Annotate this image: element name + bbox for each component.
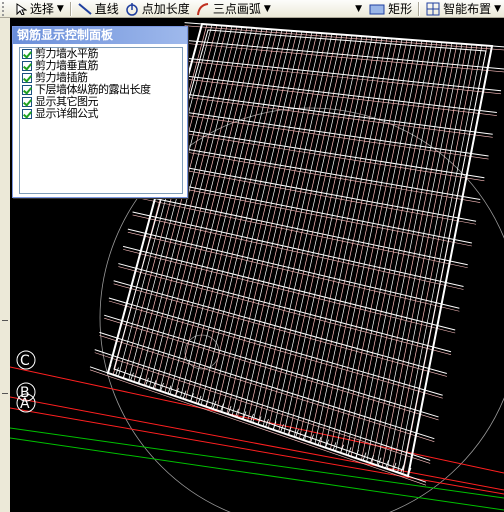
point-length-button[interactable]: 点加长度 (122, 1, 193, 17)
arc-icon (196, 2, 208, 15)
horizontal-bar (108, 297, 443, 396)
horizontal-bar (113, 283, 447, 377)
checkbox[interactable] (22, 85, 32, 95)
horizontal-bar (123, 249, 456, 334)
line-label: 直线 (94, 2, 119, 16)
horizontal-bar (89, 369, 427, 486)
rectangle-label: 矩形 (388, 2, 413, 16)
checkbox[interactable] (22, 97, 32, 107)
horizontal-bar (170, 77, 497, 116)
toolbar-separator (69, 1, 72, 16)
option-show-detailed-formula[interactable]: 显示详细公式 (20, 108, 182, 120)
axis-bubble-c[interactable]: C (16, 350, 36, 370)
dowel-bar (182, 390, 187, 399)
rebar-display-control-panel: 钢筋显示控制面板 剪力墙水平筋 剪力墙垂直筋 剪力墙插筋 下层墙体纵筋的露出长度… (12, 26, 188, 198)
rectangle-button[interactable]: 矩形 (366, 1, 415, 17)
axis-lines (10, 366, 504, 511)
dowel-bar (212, 400, 217, 410)
point-length-label: 点加长度 (141, 2, 190, 16)
dowel-bar (122, 370, 127, 379)
dowel-bar (205, 398, 209, 407)
horizontal-bar (118, 266, 452, 356)
smart-layout-button[interactable]: 智能布置 ▼ (423, 1, 504, 17)
horizontal-bar (104, 314, 439, 418)
line-icon (78, 2, 92, 15)
ruler-tick (2, 393, 8, 394)
three-point-arc-button[interactable]: 三点画弧 ▼ (193, 1, 274, 17)
smart-layout-label: 智能布置 (443, 2, 492, 16)
axis-label-c: C (20, 353, 30, 369)
axis-line-green (10, 427, 504, 499)
panel-options: 剪力墙水平筋 剪力墙垂直筋 剪力墙插筋 下层墙体纵筋的露出长度 显示其它图元 显… (19, 47, 183, 194)
horizontal-bar (179, 39, 504, 70)
rectangle-icon (369, 4, 385, 14)
horizontal-bar (160, 108, 489, 157)
horizontal-bar (132, 211, 464, 287)
drawing-toolbar: 选择 ▼ 直线 点加长度 三点画弧 ▼ ▼ 矩形 智能布置 ▼ (0, 0, 504, 18)
dowel-bar (115, 367, 119, 376)
smart-layout-icon (426, 2, 440, 15)
dowel-bar (130, 372, 134, 381)
three-point-arc-label: 三点画弧 (212, 2, 261, 16)
horizontal-bar (99, 335, 435, 442)
chevron-down-icon[interactable]: ▼ (351, 4, 366, 14)
select-label: 选择 (29, 2, 54, 16)
checkbox[interactable] (22, 49, 32, 59)
chevron-down-icon[interactable]: ▼ (264, 4, 271, 14)
select-button[interactable]: 选择 ▼ (12, 1, 67, 17)
line-button[interactable]: 直线 (75, 1, 122, 17)
horizontal-bar (127, 228, 460, 309)
toolbar-separator (418, 1, 421, 16)
axis-bubble-a[interactable]: A (16, 393, 36, 413)
cursor-arrow-icon (16, 2, 27, 15)
horizontal-bar (118, 263, 452, 353)
ruler-tick (2, 320, 8, 321)
horizontal-bar (113, 280, 447, 374)
toolbar-grip[interactable] (2, 1, 8, 16)
horizontal-bar (175, 56, 502, 92)
panel-title[interactable]: 钢筋显示控制面板 (13, 27, 187, 44)
chevron-down-icon[interactable]: ▼ (57, 4, 64, 14)
axis-line-green (10, 437, 504, 511)
axis-label-a: A (20, 396, 30, 412)
dowel-bar (197, 395, 202, 405)
point-length-icon (126, 2, 138, 16)
horizontal-bar (156, 128, 485, 182)
axis-line-b (10, 396, 504, 491)
checkbox[interactable] (22, 61, 32, 71)
axis-line-a (10, 407, 504, 495)
chevron-down-icon[interactable]: ▼ (494, 4, 501, 14)
dowel-bar (190, 393, 194, 402)
horizontal-bar (179, 42, 504, 73)
checkbox[interactable] (22, 109, 32, 119)
checkbox[interactable] (22, 73, 32, 83)
